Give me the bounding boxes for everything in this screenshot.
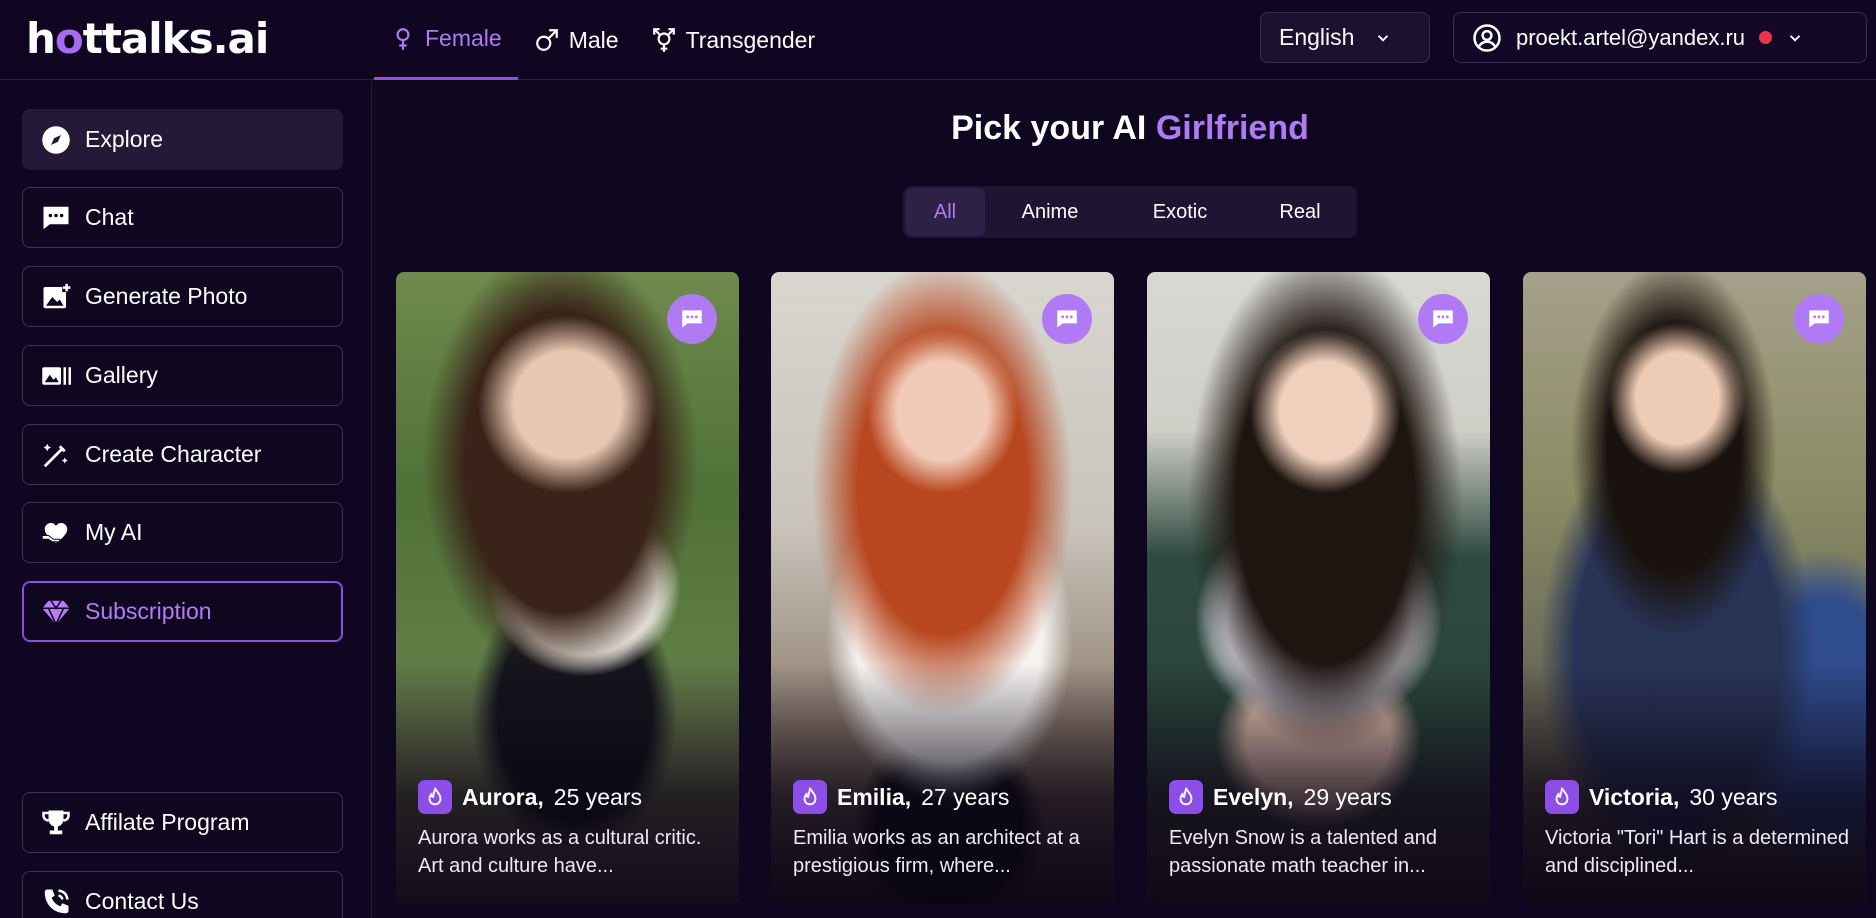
- character-card[interactable]: Victoria, 30 years Victoria "Tori" Hart …: [1523, 272, 1866, 904]
- trophy-icon: [42, 810, 70, 834]
- phone-icon: [44, 889, 69, 913]
- filter-tab-anime[interactable]: Anime: [985, 188, 1115, 236]
- start-chat-button[interactable]: [1794, 294, 1844, 344]
- user-avatar-icon: [1473, 23, 1501, 52]
- tab-transgender-label: Transgender: [685, 26, 816, 53]
- character-age: 29 years: [1303, 783, 1392, 810]
- chevron-down-icon: [1378, 34, 1389, 42]
- tab-female[interactable]: Female: [374, 0, 518, 80]
- sidebar-item-label: Affilate Program: [85, 809, 250, 835]
- sidebar-item-label: My AI: [85, 519, 143, 545]
- notification-dot: [1759, 31, 1773, 44]
- chat-bubble-icon: [1057, 310, 1077, 328]
- character-age: 27 years: [921, 783, 1010, 810]
- page-title-prefix: Pick your AI: [951, 109, 1147, 147]
- chat-bubble-icon: [682, 310, 702, 328]
- flame-icon: [803, 787, 817, 806]
- start-chat-button[interactable]: [1042, 294, 1092, 344]
- page-title-accent: Girlfriend: [1155, 109, 1309, 147]
- chat-bubble-icon: [1433, 310, 1453, 328]
- sidebar-item-label: Create Character: [85, 441, 262, 467]
- sidebar-item-generate-photo[interactable]: Generate Photo: [22, 266, 343, 327]
- logo-text-start: h: [26, 14, 56, 63]
- top-bar: hottalks.ai Female Male Transgender Engl…: [0, 0, 1876, 80]
- filter-tab-all[interactable]: All: [905, 188, 985, 236]
- sidebar-item-affiliate-program[interactable]: Affilate Program: [22, 792, 343, 853]
- fire-badge: [1169, 780, 1203, 814]
- diamond-icon: [42, 599, 70, 626]
- language-select[interactable]: English: [1260, 12, 1430, 63]
- tab-male[interactable]: Male: [518, 0, 635, 80]
- character-description: Emilia works as an architect at a presti…: [793, 827, 1080, 877]
- page-title: Pick your AI Girlfriend: [373, 109, 1876, 148]
- character-description: Victoria "Tori" Hart is a determined and…: [1545, 827, 1849, 877]
- character-name: Aurora,: [462, 783, 544, 810]
- sidebar-item-label: Generate Photo: [85, 283, 248, 309]
- main-content: Pick your AI Girlfriend All Anime Exotic…: [373, 81, 1876, 918]
- filter-tab-real[interactable]: Real: [1245, 188, 1355, 236]
- logo-text-end: ttalks.ai: [82, 14, 270, 63]
- gallery-icon: [42, 366, 71, 385]
- card-title: Victoria, 30 years: [1545, 780, 1778, 814]
- user-menu[interactable]: proekt.artel@yandex.ru: [1453, 12, 1867, 63]
- image-plus-icon: [43, 282, 71, 308]
- sidebar-item-explore[interactable]: Explore: [22, 109, 343, 170]
- sidebar-item-subscription[interactable]: Subscription: [22, 581, 343, 642]
- sidebar-item-label: Chat: [85, 204, 134, 230]
- transgender-symbol-icon: [652, 28, 675, 52]
- fire-badge: [793, 780, 827, 814]
- language-value: English: [1279, 24, 1355, 50]
- flame-icon: [428, 787, 442, 806]
- sidebar-item-chat[interactable]: Chat: [22, 187, 343, 248]
- sidebar-item-label: Subscription: [85, 598, 212, 624]
- heart-hand-icon: [41, 522, 68, 543]
- tab-male-label: Male: [568, 26, 619, 53]
- card-title: Evelyn, 29 years: [1169, 780, 1392, 814]
- start-chat-button[interactable]: [667, 294, 717, 344]
- start-chat-button[interactable]: [1418, 294, 1468, 344]
- flame-icon: [1179, 787, 1193, 806]
- character-description: Aurora works as a cultural critic. Art a…: [418, 827, 702, 877]
- magic-wand-icon: [43, 443, 68, 467]
- logo[interactable]: hottalks.ai: [26, 14, 270, 64]
- sidebar: Explore Chat Generate Photo Gallery Crea…: [0, 81, 372, 918]
- sidebar-item-gallery[interactable]: Gallery: [22, 345, 343, 406]
- sidebar-item-label: Gallery: [85, 362, 158, 388]
- fire-badge: [418, 780, 452, 814]
- character-name: Victoria,: [1589, 783, 1680, 810]
- character-card[interactable]: Emilia, 27 years Emilia works as an arch…: [771, 272, 1114, 904]
- sidebar-item-label: Contact Us: [85, 888, 199, 914]
- chat-bubble-icon: [1809, 310, 1829, 328]
- flame-icon: [1555, 787, 1569, 806]
- male-symbol-icon: [535, 29, 558, 51]
- sidebar-item-label: Explore: [85, 126, 163, 152]
- character-card[interactable]: Aurora, 25 years Aurora works as a cultu…: [396, 272, 739, 904]
- sidebar-item-contact-us[interactable]: Contact Us: [22, 871, 343, 918]
- card-title: Emilia, 27 years: [793, 780, 1009, 814]
- character-name: Evelyn,: [1213, 783, 1294, 810]
- logo-text-accent: o: [54, 14, 84, 63]
- character-card[interactable]: Evelyn, 29 years Evelyn Snow is a talent…: [1147, 272, 1490, 904]
- chevron-down-icon: [1789, 34, 1801, 42]
- gender-tabs: Female Male Transgender: [374, 0, 831, 80]
- compass-icon: [42, 125, 70, 154]
- filter-tab-exotic[interactable]: Exotic: [1115, 188, 1245, 236]
- character-description: Evelyn Snow is a talented and passionate…: [1169, 827, 1437, 877]
- category-filter-tabs: All Anime Exotic Real: [903, 186, 1357, 238]
- character-age: 30 years: [1689, 783, 1778, 810]
- sidebar-item-my-ai[interactable]: My AI: [22, 502, 343, 563]
- tab-female-label: Female: [425, 25, 502, 51]
- fire-badge: [1545, 780, 1579, 814]
- tab-transgender[interactable]: Transgender: [635, 0, 832, 80]
- female-symbol-icon: [396, 27, 410, 50]
- sidebar-item-create-character[interactable]: Create Character: [22, 424, 343, 485]
- user-email: proekt.artel@yandex.ru: [1516, 24, 1746, 50]
- character-age: 25 years: [553, 783, 643, 810]
- character-name: Emilia,: [837, 783, 912, 810]
- chat-icon: [43, 206, 69, 229]
- card-title: Aurora, 25 years: [418, 780, 642, 814]
